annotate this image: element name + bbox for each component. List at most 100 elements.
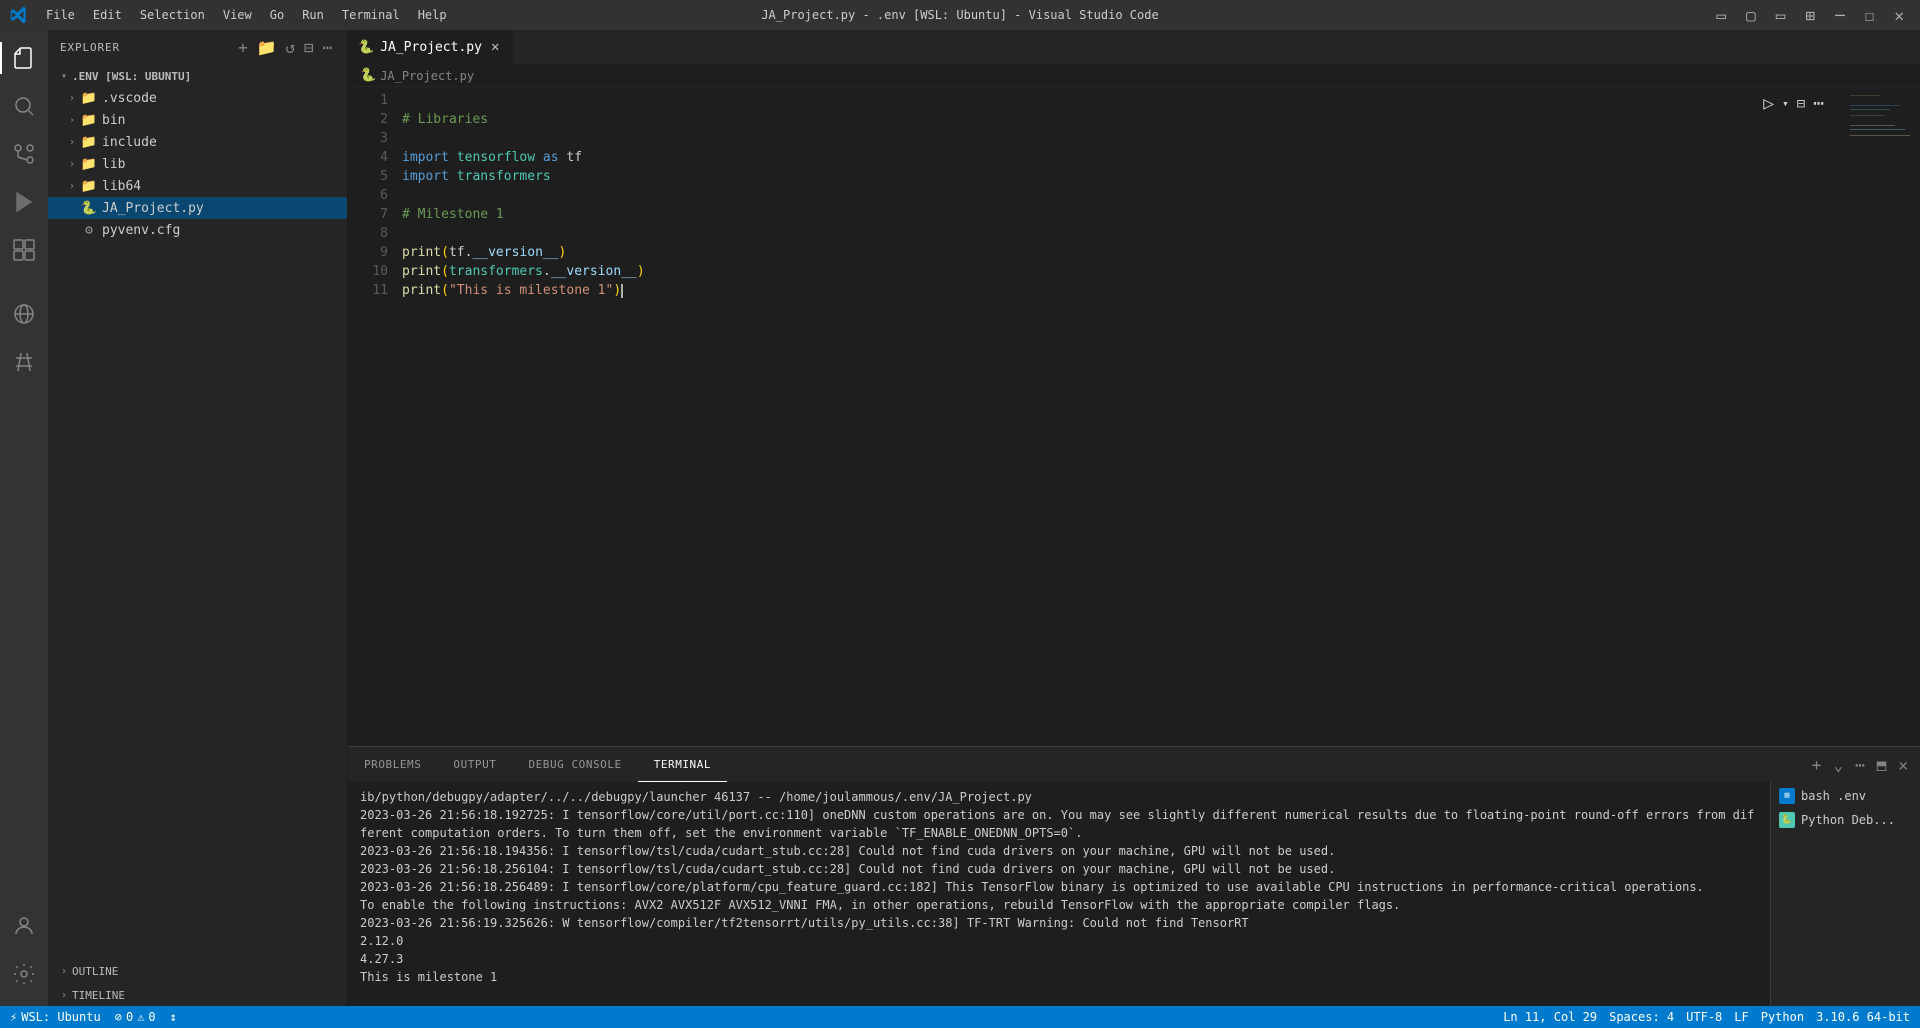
outline-section[interactable]: › OUTLINE (48, 958, 347, 982)
title-bar: File Edit Selection View Go Run Terminal… (0, 0, 1920, 30)
timeline-section[interactable]: › TIMELINE (48, 982, 347, 1006)
tree-include-label: include (102, 135, 157, 150)
python-version-status[interactable]: 3.10.6 64-bit (1810, 1006, 1916, 1028)
panel-more-button[interactable]: ⋯ (1851, 753, 1869, 776)
tree-root[interactable]: ▾ .ENV [WSL: UBUNTU] (48, 65, 347, 87)
problems-status[interactable]: ⊘ 0 ⚠ 0 (109, 1006, 162, 1028)
layout-btn-3[interactable]: ▭ (1770, 6, 1792, 25)
folder-icon-lib64: 📁 (80, 177, 98, 195)
close-button[interactable]: ✕ (1888, 6, 1910, 25)
window-title: JA_Project.py - .env [WSL: Ubuntu] - Vis… (761, 8, 1158, 22)
indent-status[interactable]: Spaces: 4 (1603, 1006, 1680, 1028)
folder-icon: 📁 (80, 89, 98, 107)
activity-bottom (0, 902, 48, 1006)
line-ending-status[interactable]: LF (1728, 1006, 1754, 1028)
tree-item-bin[interactable]: › 📁 bin (48, 109, 347, 131)
tree-item-vscode[interactable]: › 📁 .vscode (48, 87, 347, 109)
menu-view[interactable]: View (215, 4, 260, 26)
run-button[interactable]: ▷ (1761, 91, 1776, 116)
menu-terminal[interactable]: Terminal (334, 4, 408, 26)
minimize-button[interactable]: ─ (1829, 6, 1851, 25)
panel-tab-terminal[interactable]: TERMINAL (638, 747, 727, 782)
tree-item-lib[interactable]: › 📁 lib (48, 153, 347, 175)
activity-search[interactable] (0, 82, 48, 130)
python-file-icon: 🐍 (80, 199, 98, 217)
tree-pyvenv-label: pyvenv.cfg (102, 223, 180, 238)
menu-bar: File Edit Selection View Go Run Terminal… (10, 4, 455, 26)
code-content[interactable]: # Libraries import tensorflow as tf impo… (398, 87, 1840, 746)
sidebar-header: Explorer + 📁 ↺ ⊟ ⋯ (48, 30, 347, 65)
tab-close-button[interactable]: ✕ (488, 38, 502, 56)
terminal-line-0: ib/python/debugpy/adapter/../../debugpy/… (360, 788, 1758, 806)
tab-ja-project[interactable]: 🐍 JA_Project.py ✕ (348, 30, 513, 64)
encoding-label: UTF-8 (1686, 1010, 1722, 1024)
wsl-status[interactable]: ⚡ WSL: Ubuntu (4, 1006, 107, 1028)
folder-icon-include: 📁 (80, 133, 98, 151)
activity-run-debug[interactable] (0, 178, 48, 226)
panel-close-button[interactable]: ✕ (1894, 753, 1912, 776)
status-bar: ⚡ WSL: Ubuntu ⊘ 0 ⚠ 0 ↕ Ln 11, Col 29 Sp… (0, 1006, 1920, 1028)
layout-btn-1[interactable]: ▭ (1711, 6, 1733, 25)
tree-item-lib64[interactable]: › 📁 lib64 (48, 175, 347, 197)
maximize-button[interactable]: ☐ (1859, 6, 1881, 25)
menu-help[interactable]: Help (410, 4, 455, 26)
panel-tab-debug-console[interactable]: DEBUG CONSOLE (512, 747, 637, 782)
code-line-9: print(tf.__version__) (402, 243, 1840, 262)
panel-tab-output[interactable]: OUTPUT (437, 747, 512, 782)
activity-bar (0, 30, 48, 1006)
activity-source-control[interactable] (0, 130, 48, 178)
tree-item-ja-project[interactable]: › 🐍 JA_Project.py (48, 197, 347, 219)
terminal-main[interactable]: ib/python/debugpy/adapter/../../debugpy/… (348, 782, 1770, 1006)
terminal-session-bash[interactable]: ⊞ bash .env (1771, 784, 1920, 808)
code-line-7: # Milestone 1 (402, 205, 1840, 224)
menu-run[interactable]: Run (294, 4, 332, 26)
split-editor-button[interactable]: ⊟ (1795, 94, 1807, 114)
activity-testing[interactable] (0, 338, 48, 386)
new-file-icon[interactable]: + (236, 36, 251, 59)
layout-btn-2[interactable]: ▢ (1740, 6, 1762, 25)
new-folder-icon[interactable]: 📁 (255, 36, 280, 59)
terminal-line-1: 2023-03-26 21:56:18.192725: I tensorflow… (360, 806, 1758, 842)
panel-maximize-button[interactable]: ⬒ (1873, 753, 1891, 776)
terminal-dropdown-button[interactable]: ⌄ (1829, 753, 1847, 776)
menu-file[interactable]: File (38, 4, 83, 26)
run-dropdown[interactable]: ▾ (1780, 95, 1791, 112)
config-file-icon: ⚙ (80, 221, 98, 239)
sync-status[interactable]: ↕ (164, 1006, 183, 1028)
wsl-label: WSL: Ubuntu (21, 1010, 100, 1024)
code-editor[interactable]: 1 2 3 4 5 6 7 8 9 10 11 # Libraries im (348, 87, 1920, 746)
tree-item-include[interactable]: › 📁 include (48, 131, 347, 153)
tree-item-pyvenv[interactable]: › ⚙ pyvenv.cfg (48, 219, 347, 241)
menu-go[interactable]: Go (262, 4, 292, 26)
collapse-icon[interactable]: ⊟ (302, 36, 317, 59)
code-line-2: # Libraries (402, 110, 1840, 129)
menu-edit[interactable]: Edit (85, 4, 130, 26)
editor-toolbar: ▷ ▾ ⊟ ⋯ (1757, 87, 1830, 120)
refresh-icon[interactable]: ↺ (283, 36, 298, 59)
code-line-8 (402, 224, 1840, 243)
panel-tab-problems[interactable]: PROBLEMS (348, 747, 437, 782)
code-line-5: import transformers (402, 167, 1840, 186)
activity-settings[interactable] (0, 950, 48, 998)
bash-session-icon: ⊞ (1779, 788, 1795, 804)
python-session-label: Python Deb... (1801, 813, 1895, 827)
editor-more-button[interactable]: ⋯ (1811, 91, 1826, 116)
new-terminal-button[interactable]: + (1808, 753, 1826, 776)
python-session-icon: 🐍 (1779, 812, 1795, 828)
activity-accounts[interactable] (0, 902, 48, 950)
layout-btn-4[interactable]: ⊞ (1799, 6, 1821, 25)
line-numbers: 1 2 3 4 5 6 7 8 9 10 11 (348, 87, 398, 746)
activity-explorer[interactable] (0, 34, 48, 82)
terminal-line-8: 4.27.3 (360, 950, 1758, 968)
activity-remote-explorer[interactable] (0, 290, 48, 338)
activity-extensions[interactable] (0, 226, 48, 274)
bash-session-label: bash .env (1801, 789, 1866, 803)
terminal-line-5: To enable the following instructions: AV… (360, 896, 1758, 914)
more-actions-icon[interactable]: ⋯ (320, 36, 335, 59)
language-status[interactable]: Python (1755, 1006, 1810, 1028)
cursor-position-status[interactable]: Ln 11, Col 29 (1497, 1006, 1603, 1028)
terminal-session-python[interactable]: 🐍 Python Deb... (1771, 808, 1920, 832)
encoding-status[interactable]: UTF-8 (1680, 1006, 1728, 1028)
menu-selection[interactable]: Selection (132, 4, 213, 26)
breadcrumb-label[interactable]: JA_Project.py (380, 69, 474, 83)
